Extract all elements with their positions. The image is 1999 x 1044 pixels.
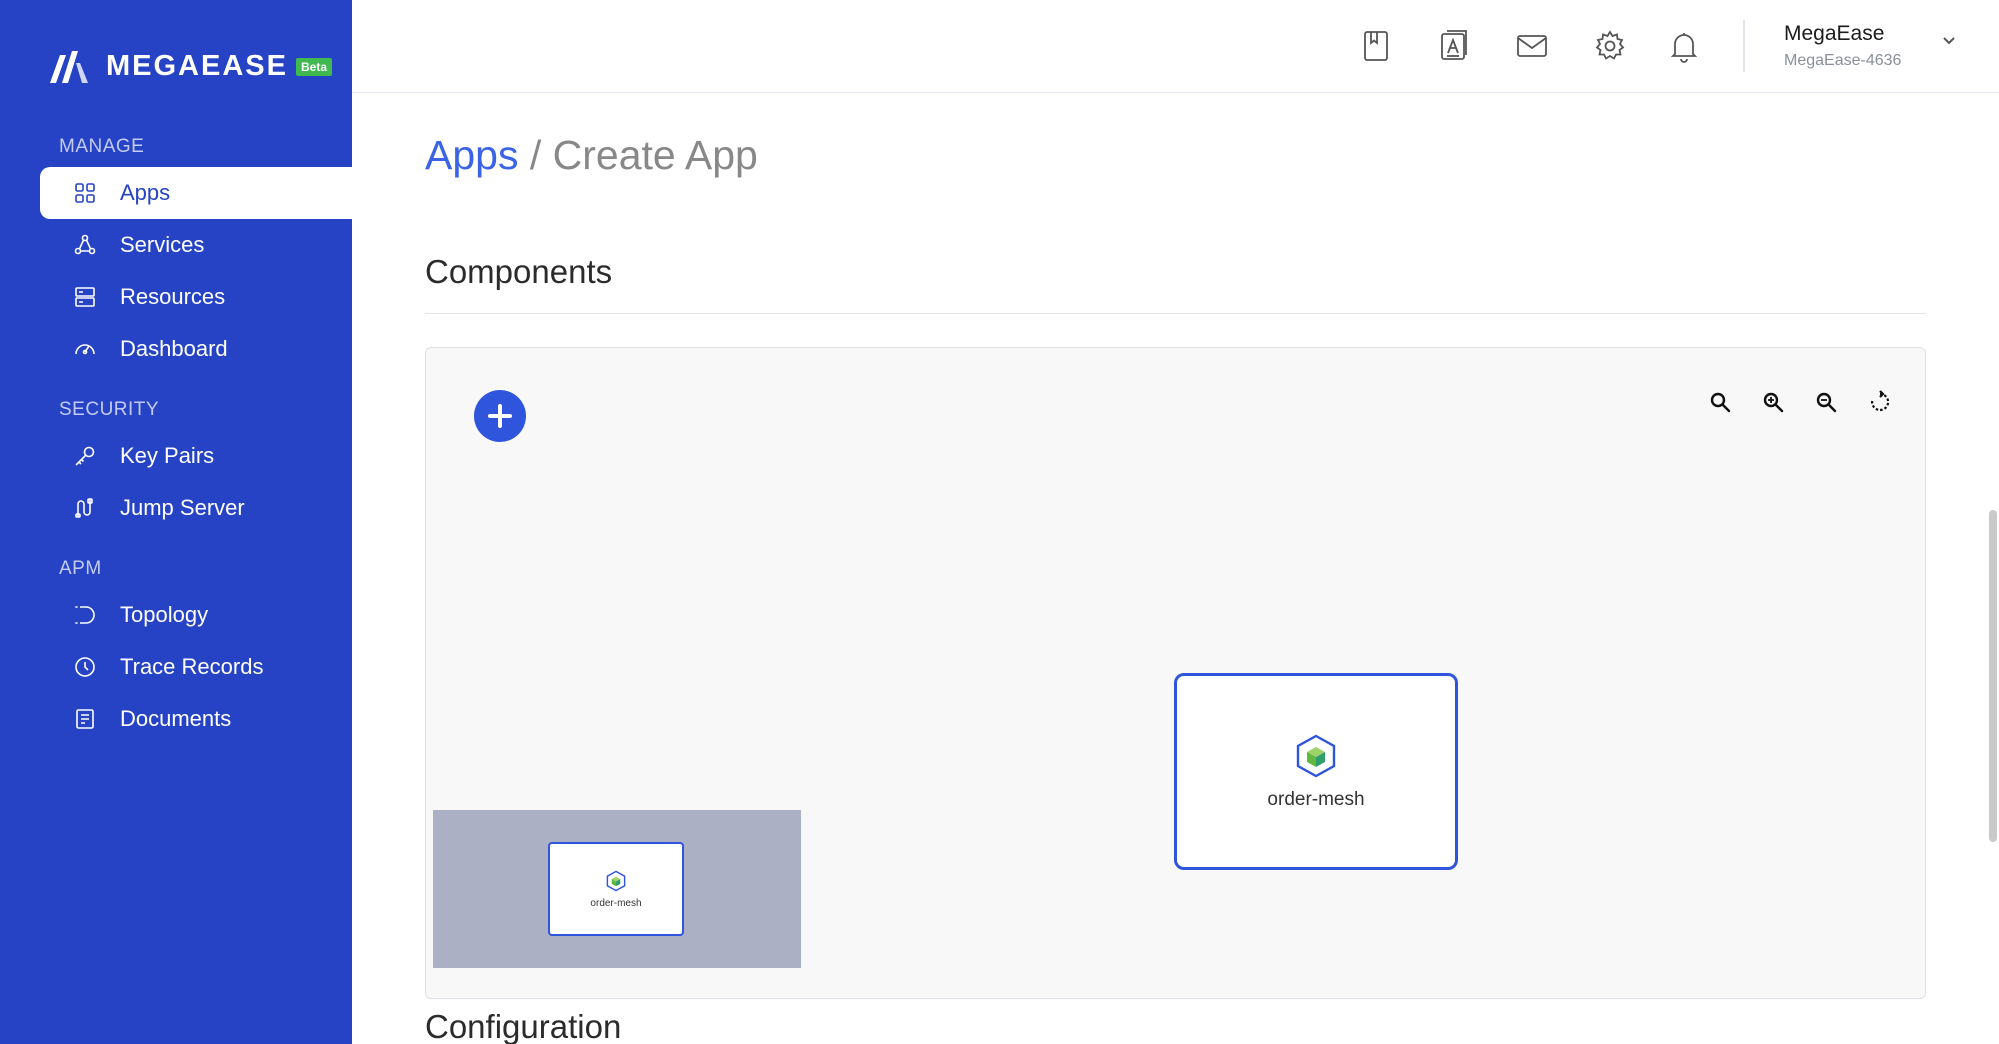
gauge-icon bbox=[72, 336, 98, 362]
section-manage: MANAGE bbox=[59, 136, 145, 157]
configuration-heading: Configuration bbox=[425, 1008, 622, 1044]
sidebar-item-documents[interactable]: Documents bbox=[40, 693, 352, 745]
top-header: MegaEase MegaEase-4636 bbox=[352, 0, 1999, 93]
sidebar-item-label: Resources bbox=[120, 284, 226, 309]
sidebar-item-label: Documents bbox=[120, 706, 232, 731]
plus-icon bbox=[488, 404, 512, 428]
minimap-node-label: order-mesh bbox=[590, 897, 642, 909]
zoom-in-icon bbox=[1763, 392, 1784, 413]
grid-icon bbox=[72, 180, 98, 206]
component-node[interactable]: order-mesh bbox=[1174, 673, 1458, 870]
document-icon bbox=[72, 706, 98, 732]
header-divider bbox=[1743, 20, 1745, 72]
brand-logo[interactable]: MEGAEASE Beta bbox=[50, 50, 332, 83]
sidebar-item-label: Key Pairs bbox=[120, 443, 215, 468]
chevron-down-icon[interactable] bbox=[1938, 30, 1960, 52]
megaease-logo-icon bbox=[50, 50, 88, 83]
sidebar-item-apps[interactable]: Apps bbox=[40, 167, 352, 219]
sidebar-item-key-pairs[interactable]: Key Pairs bbox=[40, 430, 352, 482]
services-icon bbox=[72, 232, 98, 258]
sidebar-item-resources[interactable]: Resources bbox=[40, 271, 352, 323]
beta-badge: Beta bbox=[295, 57, 332, 76]
zoom-in-button[interactable] bbox=[1759, 388, 1787, 416]
breadcrumb-separator: / bbox=[529, 132, 542, 178]
reset-view-button[interactable] bbox=[1866, 388, 1894, 416]
minimap-node: order-mesh bbox=[548, 842, 684, 936]
cube-icon bbox=[1296, 734, 1336, 777]
cube-icon bbox=[606, 870, 626, 891]
component-canvas[interactable]: order-mesh order-mesh bbox=[425, 347, 1926, 999]
bell-icon[interactable] bbox=[1666, 28, 1702, 64]
breadcrumb-apps-link[interactable]: Apps bbox=[425, 132, 518, 178]
zoom-out-icon bbox=[1816, 392, 1837, 413]
text-document-icon[interactable] bbox=[1436, 28, 1472, 64]
bookmark-icon[interactable] bbox=[1358, 28, 1394, 64]
sidebar-item-label: Jump Server bbox=[120, 495, 245, 520]
section-apm: APM bbox=[59, 558, 102, 579]
breadcrumb: Apps / Create App bbox=[425, 132, 758, 179]
sidebar-item-label: Services bbox=[120, 232, 205, 257]
sidebar-item-label: Apps bbox=[120, 180, 171, 205]
sidebar: MEGAEASE Beta MANAGE Apps Services Resou… bbox=[0, 0, 352, 1044]
sidebar-item-dashboard[interactable]: Dashboard bbox=[40, 323, 352, 375]
sidebar-item-topology[interactable]: Topology bbox=[40, 589, 352, 641]
reset-icon bbox=[1871, 390, 1890, 412]
sidebar-item-services[interactable]: Services bbox=[40, 219, 352, 271]
sidebar-item-jump-server[interactable]: Jump Server bbox=[40, 482, 352, 534]
zoom-fit-button[interactable] bbox=[1706, 388, 1734, 416]
sidebar-item-trace-records[interactable]: Trace Records bbox=[40, 641, 352, 693]
clock-icon bbox=[72, 654, 98, 680]
server-icon bbox=[72, 284, 98, 310]
mail-icon[interactable] bbox=[1514, 28, 1550, 64]
zoom-out-button[interactable] bbox=[1812, 388, 1840, 416]
sidebar-item-label: Dashboard bbox=[120, 336, 228, 361]
user-name[interactable]: MegaEase bbox=[1784, 22, 1884, 46]
section-divider bbox=[425, 313, 1926, 314]
key-icon bbox=[72, 443, 98, 469]
add-component-button[interactable] bbox=[474, 390, 526, 442]
section-security: SECURITY bbox=[59, 399, 160, 420]
components-heading: Components bbox=[425, 253, 613, 290]
zoom-icon bbox=[1710, 392, 1731, 413]
minimap[interactable]: order-mesh bbox=[433, 810, 801, 968]
page-scrollbar[interactable] bbox=[1989, 510, 1997, 842]
sidebar-item-label: Trace Records bbox=[120, 654, 264, 679]
gear-icon[interactable] bbox=[1592, 28, 1628, 64]
component-node-label: order-mesh bbox=[1267, 788, 1365, 810]
user-account: MegaEase-4636 bbox=[1784, 52, 1902, 69]
sidebar-item-label: Topology bbox=[120, 602, 209, 627]
brand-name: MEGAEASE bbox=[106, 50, 288, 82]
jump-server-icon bbox=[72, 495, 98, 521]
topology-icon bbox=[72, 602, 98, 628]
page-title: Create App bbox=[552, 132, 758, 178]
